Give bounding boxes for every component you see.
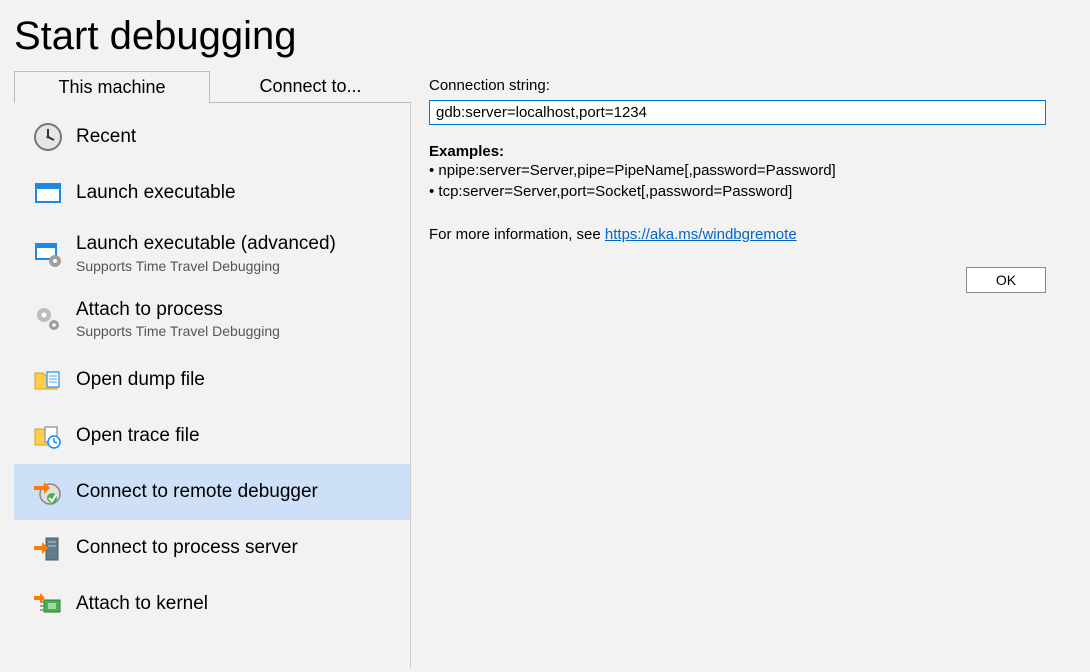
option-open-trace-file[interactable]: Open trace file xyxy=(14,408,410,464)
example-line: • tcp:server=Server,port=Socket[,passwor… xyxy=(429,181,1046,202)
globe-arrow-icon xyxy=(20,476,76,508)
option-recent[interactable]: Recent xyxy=(14,109,410,165)
info-link[interactable]: https://aka.ms/windbgremote xyxy=(605,226,797,243)
option-sublabel: Supports Time Travel Debugging xyxy=(76,323,280,340)
info-line: For more information, see https://aka.ms… xyxy=(429,226,1046,243)
connection-string-input[interactable] xyxy=(429,100,1046,125)
option-connect-remote-debugger[interactable]: Connect to remote debugger xyxy=(14,464,410,520)
option-attach-process[interactable]: Attach to process Supports Time Travel D… xyxy=(14,287,410,353)
detail-panel: Connection string: Examples: • npipe:ser… xyxy=(411,71,1076,293)
options-list: Recent Launch executable xyxy=(14,103,411,669)
tab-this-machine[interactable]: This machine xyxy=(14,71,210,103)
folder-file-icon xyxy=(20,364,76,396)
option-label: Attach to process xyxy=(76,299,280,322)
tab-connect-to[interactable]: Connect to... xyxy=(210,71,411,103)
option-label: Launch executable (advanced) xyxy=(76,233,336,256)
info-prefix: For more information, see xyxy=(429,226,605,243)
folder-clock-icon xyxy=(20,420,76,452)
chip-arrow-icon xyxy=(20,588,76,620)
option-label: Attach to kernel xyxy=(76,593,208,616)
ok-button[interactable]: OK xyxy=(966,267,1046,293)
tab-bar: This machine Connect to... xyxy=(14,71,411,103)
option-launch-executable[interactable]: Launch executable xyxy=(14,165,410,221)
clock-icon xyxy=(20,121,76,153)
window-icon xyxy=(20,177,76,209)
connection-string-label: Connection string: xyxy=(429,77,1046,94)
option-open-dump-file[interactable]: Open dump file xyxy=(14,352,410,408)
server-arrow-icon xyxy=(20,532,76,564)
left-panel: This machine Connect to... Recent xyxy=(14,71,411,669)
option-label: Launch executable xyxy=(76,182,236,205)
option-label: Open dump file xyxy=(76,369,205,392)
window-gear-icon xyxy=(20,238,76,270)
page-title: Start debugging xyxy=(14,14,1076,59)
option-label: Recent xyxy=(76,126,136,149)
example-line: • npipe:server=Server,pipe=PipeName[,pas… xyxy=(429,160,1046,181)
gears-icon xyxy=(20,303,76,335)
option-label: Open trace file xyxy=(76,425,200,448)
option-label: Connect to remote debugger xyxy=(76,481,318,504)
option-attach-kernel[interactable]: Attach to kernel xyxy=(14,576,410,632)
option-sublabel: Supports Time Travel Debugging xyxy=(76,258,336,275)
examples-heading: Examples: xyxy=(429,143,1046,160)
option-connect-process-server[interactable]: Connect to process server xyxy=(14,520,410,576)
option-launch-executable-advanced[interactable]: Launch executable (advanced) Supports Ti… xyxy=(14,221,410,287)
option-label: Connect to process server xyxy=(76,537,298,560)
